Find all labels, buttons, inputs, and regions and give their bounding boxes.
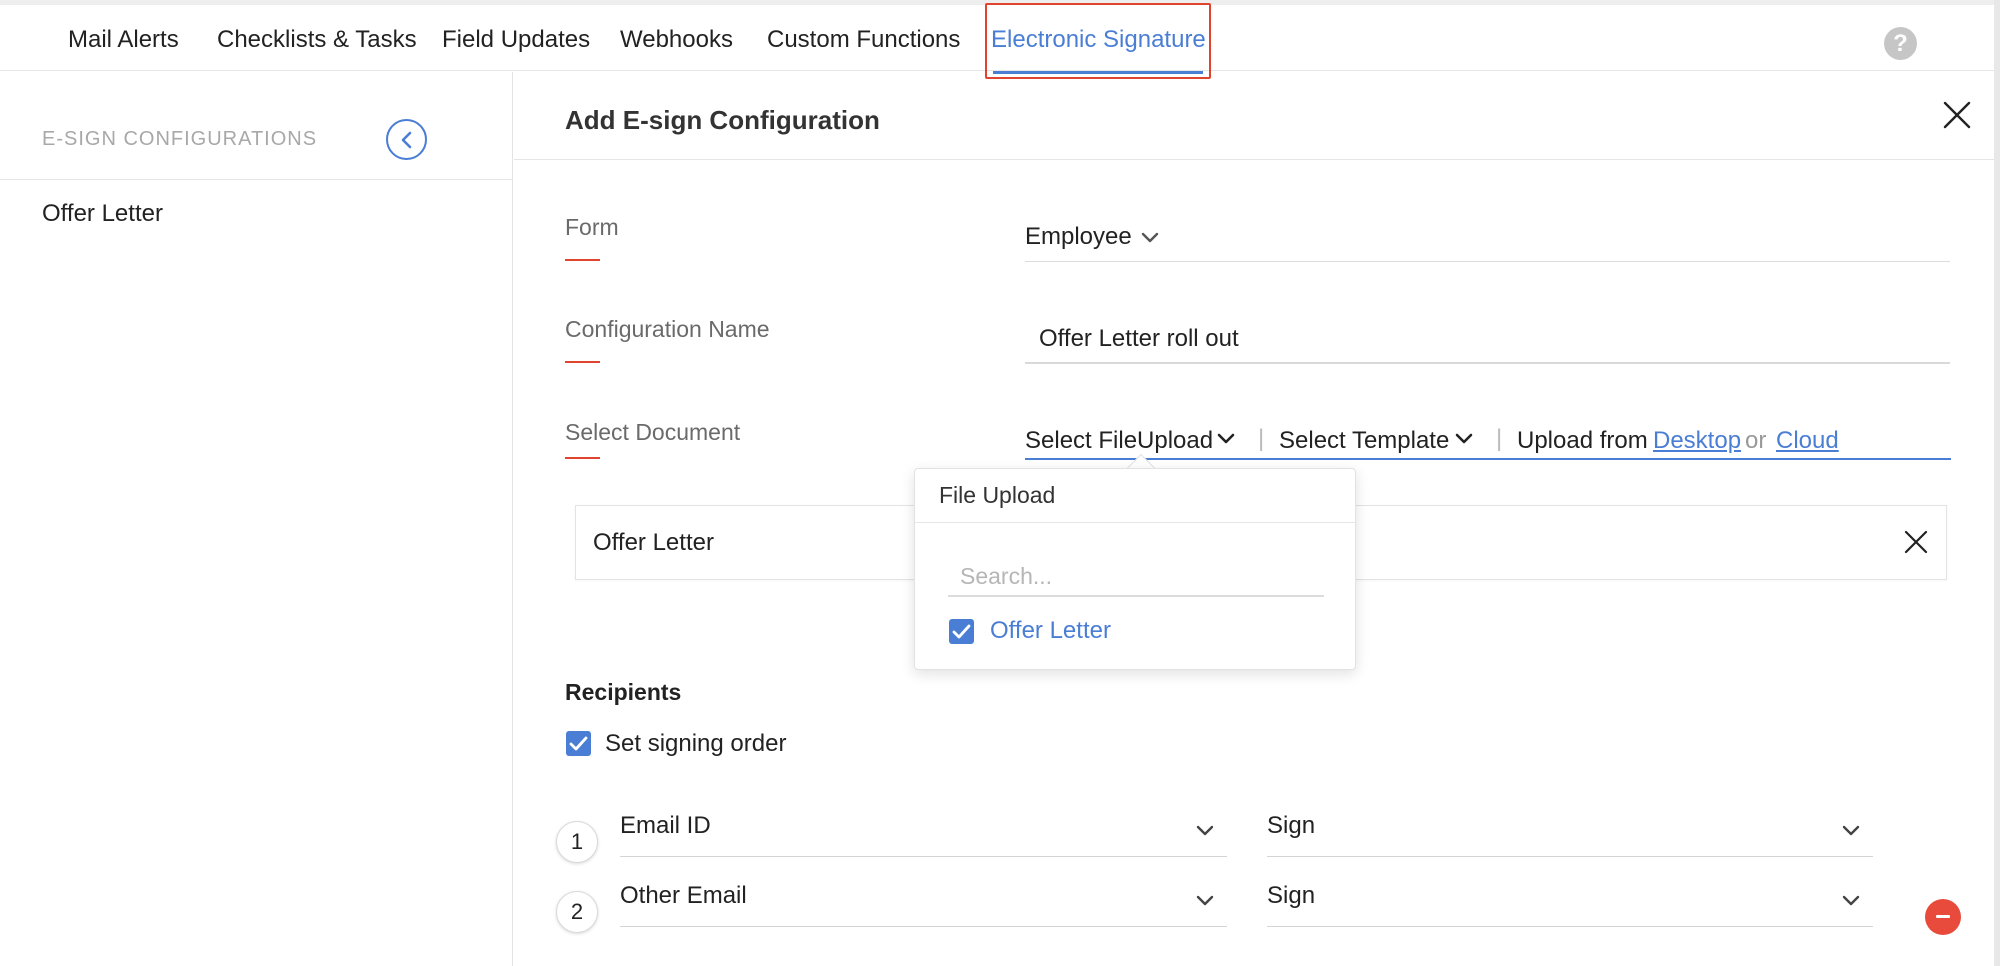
form-underline	[1025, 261, 1950, 262]
tab-checklists-tasks[interactable]: Checklists & Tasks	[217, 26, 417, 54]
sidebar-item-offer-letter[interactable]: Offer Letter	[42, 200, 163, 228]
chevron-down-icon	[1141, 232, 1159, 243]
chevron-down-icon	[1842, 895, 1860, 906]
config-name-input[interactable]: Offer Letter roll out	[1039, 325, 1239, 353]
dropdown-header: File Upload	[939, 482, 1056, 508]
active-tab-indicator	[993, 71, 1203, 74]
chevron-left-icon	[401, 131, 412, 149]
tab-electronic-signature[interactable]: Electronic Signature	[991, 26, 1206, 54]
step-number: 2	[556, 891, 598, 933]
help-icon[interactable]: ?	[1884, 27, 1917, 60]
chevron-down-icon	[1196, 825, 1214, 836]
collapse-sidebar-button[interactable]	[386, 119, 427, 160]
select-template-label: Select Template	[1279, 427, 1450, 454]
select-document-label: Select Document	[565, 419, 741, 445]
separator: |	[1258, 425, 1265, 452]
page: Mail Alerts Checklists & Tasks Field Upd…	[0, 0, 2000, 966]
sidebar: E-SIGN CONFIGURATIONS Offer Letter	[0, 72, 513, 966]
chevron-down-icon	[1196, 895, 1214, 906]
panel-divider	[514, 159, 1994, 160]
chevron-down-icon	[1842, 825, 1860, 836]
upload-desktop-link[interactable]: Desktop	[1653, 427, 1741, 455]
upload-cloud-link[interactable]: Cloud	[1776, 427, 1839, 455]
action-select[interactable]: Sign	[1267, 882, 1873, 927]
panel-title: Add E-sign Configuration	[565, 105, 880, 135]
sidebar-divider	[0, 179, 512, 180]
selected-document-name: Offer Letter	[593, 529, 714, 556]
step-number: 1	[556, 821, 598, 863]
dropdown-search-input[interactable]	[948, 557, 1324, 597]
form-select-value: Employee	[1025, 223, 1132, 250]
checkmark-icon	[952, 624, 971, 639]
config-name-label-mark	[565, 361, 600, 363]
tab-mail-alerts[interactable]: Mail Alerts	[68, 26, 179, 54]
recipients-title: Recipients	[565, 679, 682, 705]
form-label-mark	[565, 259, 600, 261]
tab-custom-functions[interactable]: Custom Functions	[767, 26, 960, 54]
form-label: Form	[565, 214, 619, 240]
checkmark-icon	[569, 736, 588, 751]
recipient-select-value: Other Email	[620, 882, 747, 909]
window-edge	[1994, 0, 2000, 966]
select-document-underline	[1025, 458, 1951, 460]
option-checkbox[interactable]	[949, 619, 974, 644]
option-label: Offer Letter	[990, 617, 1111, 644]
action-select[interactable]: Sign	[1267, 812, 1873, 857]
signing-order-checkbox[interactable]	[566, 731, 591, 756]
close-icon[interactable]	[1939, 97, 1975, 133]
config-name-label: Configuration Name	[565, 316, 770, 342]
tab-webhooks[interactable]: Webhooks	[620, 26, 733, 54]
upload-from-label: Upload from	[1517, 427, 1648, 454]
recipient-select[interactable]: Email ID	[620, 812, 1227, 857]
top-nav: Mail Alerts Checklists & Tasks Field Upd…	[0, 0, 2000, 74]
select-document-label-mark	[565, 457, 600, 459]
tab-field-updates[interactable]: Field Updates	[442, 26, 590, 54]
config-name-underline	[1025, 362, 1950, 364]
close-icon[interactable]	[1902, 528, 1930, 556]
file-upload-dropdown-menu: File Upload Offer Letter	[914, 468, 1356, 670]
sidebar-title: E-SIGN CONFIGURATIONS	[42, 128, 318, 150]
signing-order-label: Set signing order	[605, 730, 787, 757]
recipient-select[interactable]: Other Email	[620, 882, 1227, 927]
action-select-value: Sign	[1267, 812, 1316, 839]
or-text: or	[1745, 427, 1767, 454]
separator: |	[1496, 425, 1503, 452]
dropdown-divider	[915, 522, 1355, 523]
recipient-select-value: Email ID	[620, 812, 711, 839]
chevron-down-icon	[1455, 433, 1473, 444]
chevron-down-icon	[1217, 433, 1235, 444]
remove-recipient-button[interactable]	[1925, 899, 1961, 935]
action-select-value: Sign	[1267, 882, 1316, 909]
select-fileupload-label: Select FileUpload	[1025, 427, 1214, 454]
